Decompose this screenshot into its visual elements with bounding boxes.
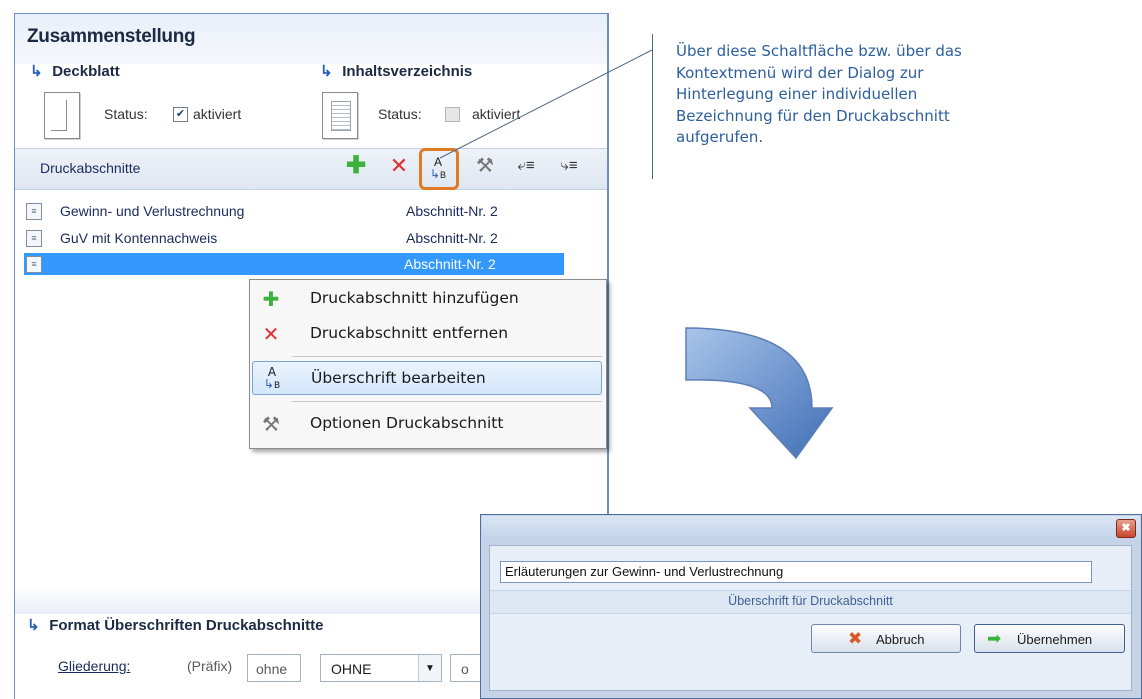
- dialog-caption: Überschrift für Druckabschnitt: [728, 594, 893, 608]
- cancel-button[interactable]: ✖ Abbruch: [811, 624, 961, 653]
- apply-button[interactable]: ➡ Übernehmen: [974, 624, 1125, 653]
- dialog-caption-bar: Überschrift für Druckabschnitt: [490, 590, 1131, 614]
- annotation-text: Über diese Schaltfläche bzw. über das Ko…: [676, 42, 962, 146]
- heading-input[interactable]: Erläuterungen zur Gewinn- und Verlustrec…: [500, 561, 1092, 583]
- annotation-bracket-line: [652, 34, 653, 179]
- arrow-right-icon: ➡: [987, 629, 1002, 648]
- close-icon[interactable]: ✖: [1116, 519, 1136, 538]
- curved-arrow-down-icon: [685, 327, 834, 460]
- cancel-icon: ✖: [848, 629, 863, 648]
- heading-dialog: ✖ Erläuterungen zur Gewinn- und Verlustr…: [480, 514, 1142, 699]
- dialog-titlebar: ✖: [482, 516, 1140, 540]
- dialog-body: Erläuterungen zur Gewinn- und Verlustrec…: [489, 545, 1132, 691]
